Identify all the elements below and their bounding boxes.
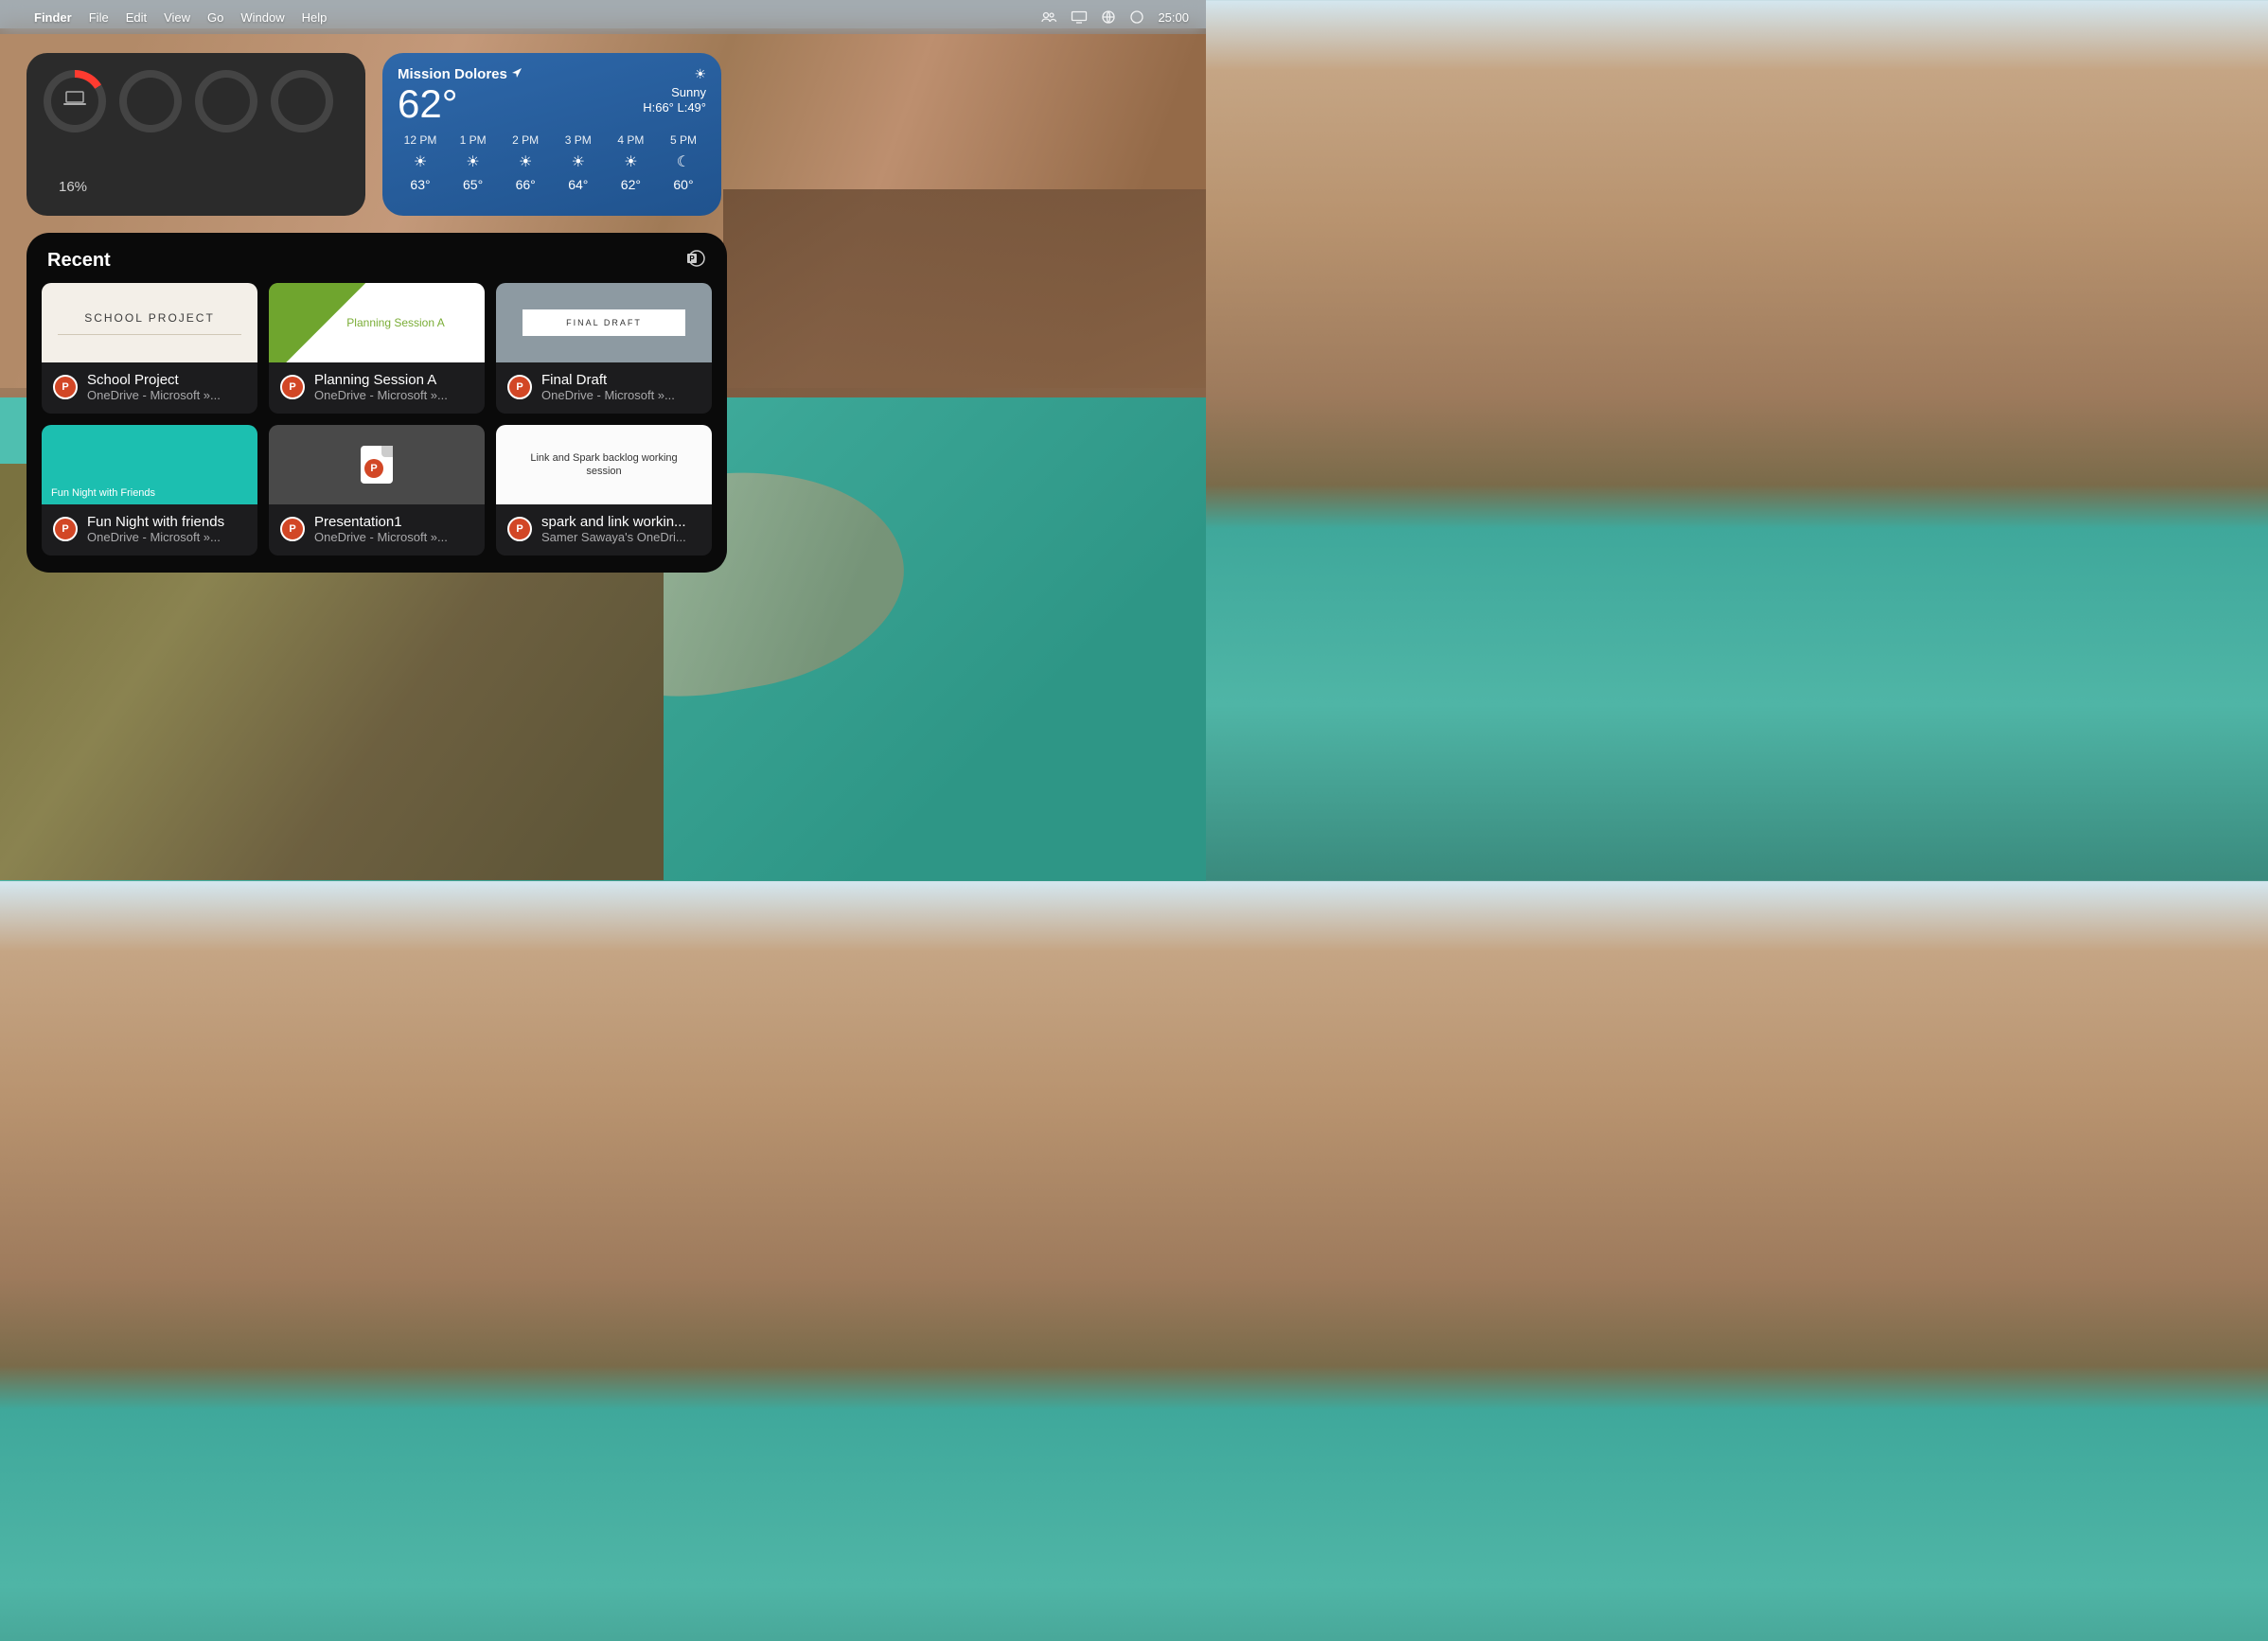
forecast-hour: 1 PM☀︎65° [451,133,496,192]
file-location: Samer Sawaya's OneDri... [541,530,700,544]
weather-current-temp: 62° [398,84,523,124]
sun-icon: ☀︎ [398,152,443,171]
file-name: Presentation1 [314,514,473,530]
battery-percent: 16% [44,179,348,199]
recent-title: Recent [47,250,111,272]
file-name: Planning Session A [314,372,473,388]
powerpoint-file-icon: P [507,517,532,541]
weather-widget[interactable]: Mission Dolores 62° ☀︎ Sunny H:66° L:49°… [382,53,721,216]
sun-icon: ☀︎ [608,152,653,171]
forecast-hour: 12 PM☀︎63° [398,133,443,192]
location-arrow-icon [511,66,523,82]
powerpoint-file-icon: P [280,517,305,541]
weather-forecast: 12 PM☀︎63° 1 PM☀︎65° 2 PM☀︎66° 3 PM☀︎64°… [398,133,706,192]
weather-hilo: H:66° L:49° [643,100,706,115]
forecast-hour: 5 PM☾60° [661,133,706,192]
menu-view[interactable]: View [164,10,190,25]
recent-file-card[interactable]: SCHOOL PROJECT P School Project OneDrive… [42,283,257,414]
file-thumbnail: Fun Night with Friends [42,425,257,504]
menu-window[interactable]: Window [240,10,284,25]
region-icon[interactable] [1101,9,1116,25]
recent-file-card[interactable]: Link and Spark backlog working session P… [496,425,712,556]
file-name: Final Draft [541,372,700,388]
powerpoint-file-icon: P [507,375,532,399]
sun-icon: ☀︎ [503,152,548,171]
file-thumbnail: FINAL DRAFT [496,283,712,362]
powerpoint-app-icon[interactable]: P [685,248,706,274]
battery-ring-empty-2 [195,70,257,132]
powerpoint-file-icon: P [280,375,305,399]
recent-file-card[interactable]: FINAL DRAFT P Final Draft OneDrive - Mic… [496,283,712,414]
menubar: Finder File Edit View Go Window Help 25:… [0,0,1206,34]
file-location: OneDrive - Microsoft »... [314,388,473,402]
powerpoint-file-icon: P [53,517,78,541]
forecast-hour: 3 PM☀︎64° [556,133,601,192]
weather-condition: Sunny [643,85,706,100]
forecast-hour: 4 PM☀︎62° [608,133,653,192]
teams-status-icon[interactable] [1040,10,1057,24]
sun-icon: ☀︎ [643,66,706,83]
laptop-icon [62,90,87,113]
file-thumbnail: Planning Session A [269,283,485,362]
recent-files-widget: Recent P SCHOOL PROJECT P School Project… [27,233,727,573]
sun-icon: ☀︎ [556,152,601,171]
menu-edit[interactable]: Edit [126,10,147,25]
timer-icon[interactable] [1129,9,1144,25]
recent-file-card[interactable]: P P Presentation1 OneDrive - Microsoft »… [269,425,485,556]
battery-ring-empty-3 [271,70,333,132]
weather-location: Mission Dolores [398,66,523,82]
menubar-clock[interactable]: 25:00 [1158,10,1189,25]
file-thumbnail: P [269,425,485,504]
battery-ring-empty-1 [119,70,182,132]
svg-text:P: P [689,255,695,263]
file-location: OneDrive - Microsoft »... [87,388,246,402]
screen-mirror-icon[interactable] [1071,10,1088,24]
battery-ring-laptop [44,70,106,132]
sun-icon: ☀︎ [451,152,496,171]
moon-icon: ☾ [661,152,706,171]
recent-file-card[interactable]: Fun Night with Friends P Fun Night with … [42,425,257,556]
recent-file-card[interactable]: Planning Session A P Planning Session A … [269,283,485,414]
file-thumbnail: Link and Spark backlog working session [496,425,712,504]
app-menu[interactable]: Finder [34,10,72,25]
forecast-hour: 2 PM☀︎66° [503,133,548,192]
file-thumbnail: SCHOOL PROJECT [42,283,257,362]
file-name: spark and link workin... [541,514,700,530]
file-name: Fun Night with friends [87,514,246,530]
menu-file[interactable]: File [89,10,109,25]
menu-go[interactable]: Go [207,10,223,25]
menu-help[interactable]: Help [302,10,328,25]
file-name: School Project [87,372,246,388]
file-location: OneDrive - Microsoft »... [541,388,700,402]
file-location: OneDrive - Microsoft »... [314,530,473,544]
powerpoint-file-icon: P [53,375,78,399]
batteries-widget[interactable]: 16% [27,53,365,216]
file-location: OneDrive - Microsoft »... [87,530,246,544]
